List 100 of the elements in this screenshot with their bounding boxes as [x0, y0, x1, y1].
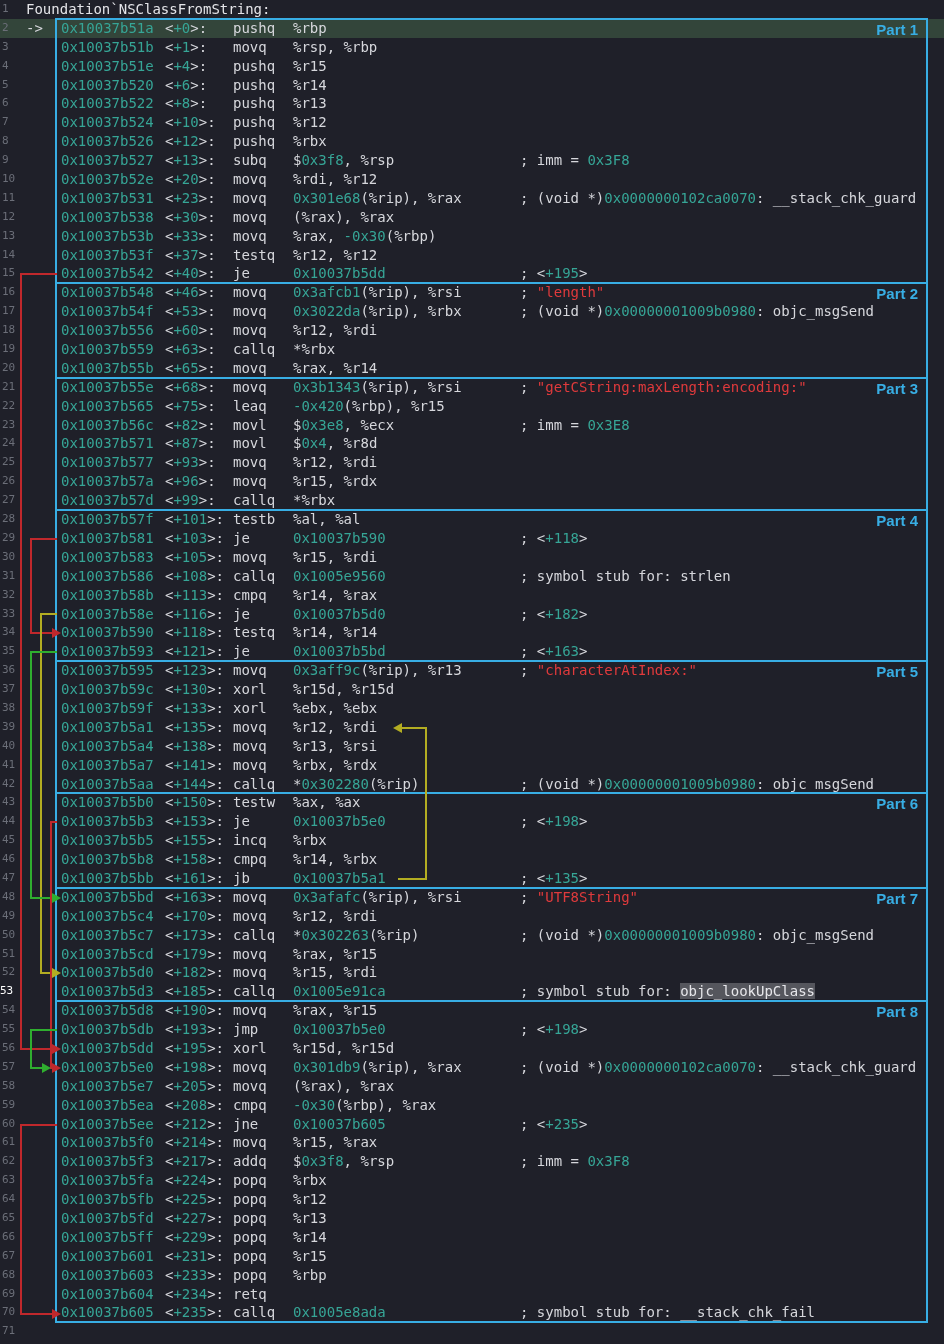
comment: ; <+118> — [520, 529, 588, 546]
instruction-offset: <+141>: — [165, 756, 224, 773]
mnemonic: xorl — [233, 681, 267, 698]
instruction-address: 0x10037b5a4 — [61, 736, 155, 756]
mnemonic: pushq — [233, 19, 276, 36]
instruction-address: 0x10037b53f — [61, 245, 155, 265]
instruction-offset: <+121>: — [165, 643, 224, 660]
mnemonic: movq — [233, 171, 267, 187]
line-number: 47 — [1, 869, 17, 886]
instruction-offset: <+30>: — [165, 208, 216, 225]
line-number: 1 — [1, 1, 10, 17]
line-number: 68 — [1, 1266, 17, 1283]
pc-arrow: -> — [26, 19, 43, 36]
instruction-offset: <+13>: — [165, 152, 216, 169]
operands: %r15 — [293, 57, 327, 74]
mnemonic: callq — [233, 983, 276, 1000]
instruction-address: 0x10037b5b8 — [61, 850, 155, 869]
operands: %r12 — [293, 114, 327, 131]
instruction-address: 0x10037b605 — [61, 1303, 155, 1323]
line-number: 28 — [1, 511, 17, 528]
operands: 0x3afafc(%rip), %rsi — [293, 888, 462, 905]
line-number: 20 — [1, 359, 17, 376]
instruction-offset: <+40>: — [165, 265, 216, 282]
line-number: 55 — [1, 1021, 17, 1038]
instruction-address: 0x10037b51b — [61, 37, 155, 57]
mnemonic: callq — [233, 926, 276, 943]
instruction-address: 0x10037b583 — [61, 547, 155, 567]
mnemonic: movq — [233, 888, 267, 905]
instruction-offset: <+96>: — [165, 473, 216, 490]
comment: ; <+135> — [520, 869, 588, 886]
instruction-offset: <+20>: — [165, 171, 216, 187]
instruction-offset: <+99>: — [165, 492, 216, 509]
mnemonic: movq — [233, 907, 267, 924]
mnemonic: movl — [233, 416, 267, 433]
operands: 0x1005e9560 — [293, 567, 386, 584]
part-label: Part 4 — [876, 512, 918, 531]
mnemonic: jne — [233, 1115, 259, 1132]
instruction-address: 0x10037b5b0 — [61, 793, 155, 813]
line-number: 31 — [1, 567, 17, 584]
mnemonic: movq — [233, 1058, 267, 1075]
instruction-address: 0x10037b586 — [61, 566, 155, 586]
line-number: 59 — [1, 1096, 17, 1113]
mnemonic: jb — [233, 869, 250, 886]
mnemonic: xorl — [233, 699, 267, 716]
instruction-offset: <+138>: — [165, 737, 224, 754]
instruction-address: 0x10037b5bb — [61, 868, 155, 888]
instruction-address: 0x10037b5f0 — [61, 1133, 155, 1153]
mnemonic: movq — [233, 945, 267, 962]
comment: ; symbol stub for: strlen — [520, 567, 731, 584]
function-title: Foundation`NSClassFromString: — [25, 0, 272, 19]
line-number: 38 — [1, 699, 17, 716]
mnemonic: movq — [233, 662, 267, 679]
instruction-address: 0x10037b57a — [61, 472, 155, 492]
mnemonic: movq — [233, 322, 267, 339]
instruction-address: 0x10037b593 — [61, 642, 155, 662]
line-number: 58 — [1, 1077, 17, 1094]
comment: ; symbol stub for: __stack_chk_fail — [520, 1304, 815, 1321]
mnemonic: movq — [233, 454, 267, 471]
instruction-address: 0x10037b548 — [61, 283, 155, 303]
instruction-offset: <+101>: — [165, 511, 224, 528]
instruction-offset: <+190>: — [165, 1002, 224, 1019]
instruction-address: 0x10037b54f — [61, 302, 155, 322]
operands: 0x10037b5e0 — [293, 1021, 386, 1038]
operands: 0x301e68(%rip), %rax — [293, 189, 462, 206]
comment: ; imm = 0x3F8 — [520, 152, 630, 169]
operands: (%rax), %rax — [293, 208, 395, 225]
instruction-offset: <+0>: — [165, 19, 208, 36]
part-label: Part 6 — [876, 795, 918, 814]
part-label: Part 7 — [876, 889, 918, 908]
instruction-offset: <+1>: — [165, 38, 208, 55]
comment: ; (void *)0x00000001009b0980: objc_msgSend — [520, 303, 875, 320]
mnemonic: pushq — [233, 57, 276, 74]
instruction-offset: <+93>: — [165, 454, 216, 471]
instruction-offset: <+144>: — [165, 775, 224, 792]
operands: $0x3f8, %rsp — [293, 1153, 395, 1170]
instruction-offset: <+12>: — [165, 133, 216, 150]
instruction-address: 0x10037b5d3 — [61, 982, 155, 1002]
instruction-offset: <+170>: — [165, 907, 224, 924]
instruction-address: 0x10037b5b3 — [61, 812, 155, 832]
operands: (%rax), %rax — [293, 1077, 395, 1094]
comment: ; "UTF8String" — [520, 888, 638, 905]
mnemonic: movq — [233, 359, 267, 376]
instruction-offset: <+6>: — [165, 76, 208, 93]
operands: %rsp, %rbp — [293, 38, 378, 55]
operands: %r15, %rdx — [293, 473, 378, 490]
instruction-address: 0x10037b55b — [61, 358, 155, 378]
operands: 0x301db9(%rip), %rax — [293, 1058, 462, 1075]
instruction-address: 0x10037b5bd — [61, 887, 155, 907]
operands: %ebx, %ebx — [293, 699, 378, 716]
line-number: 50 — [1, 926, 17, 943]
instruction-offset: <+8>: — [165, 95, 208, 112]
instruction-address: 0x10037b527 — [61, 151, 155, 171]
instruction-offset: <+227>: — [165, 1210, 224, 1226]
line-number: 36 — [1, 662, 17, 679]
line-number: 43 — [1, 794, 17, 811]
operands: 0x10037b5bd — [293, 643, 386, 660]
instruction-address: 0x10037b55e — [61, 377, 155, 397]
instruction-offset: <+82>: — [165, 416, 216, 433]
line-number: 29 — [1, 529, 17, 546]
line-number: 64 — [1, 1191, 17, 1208]
